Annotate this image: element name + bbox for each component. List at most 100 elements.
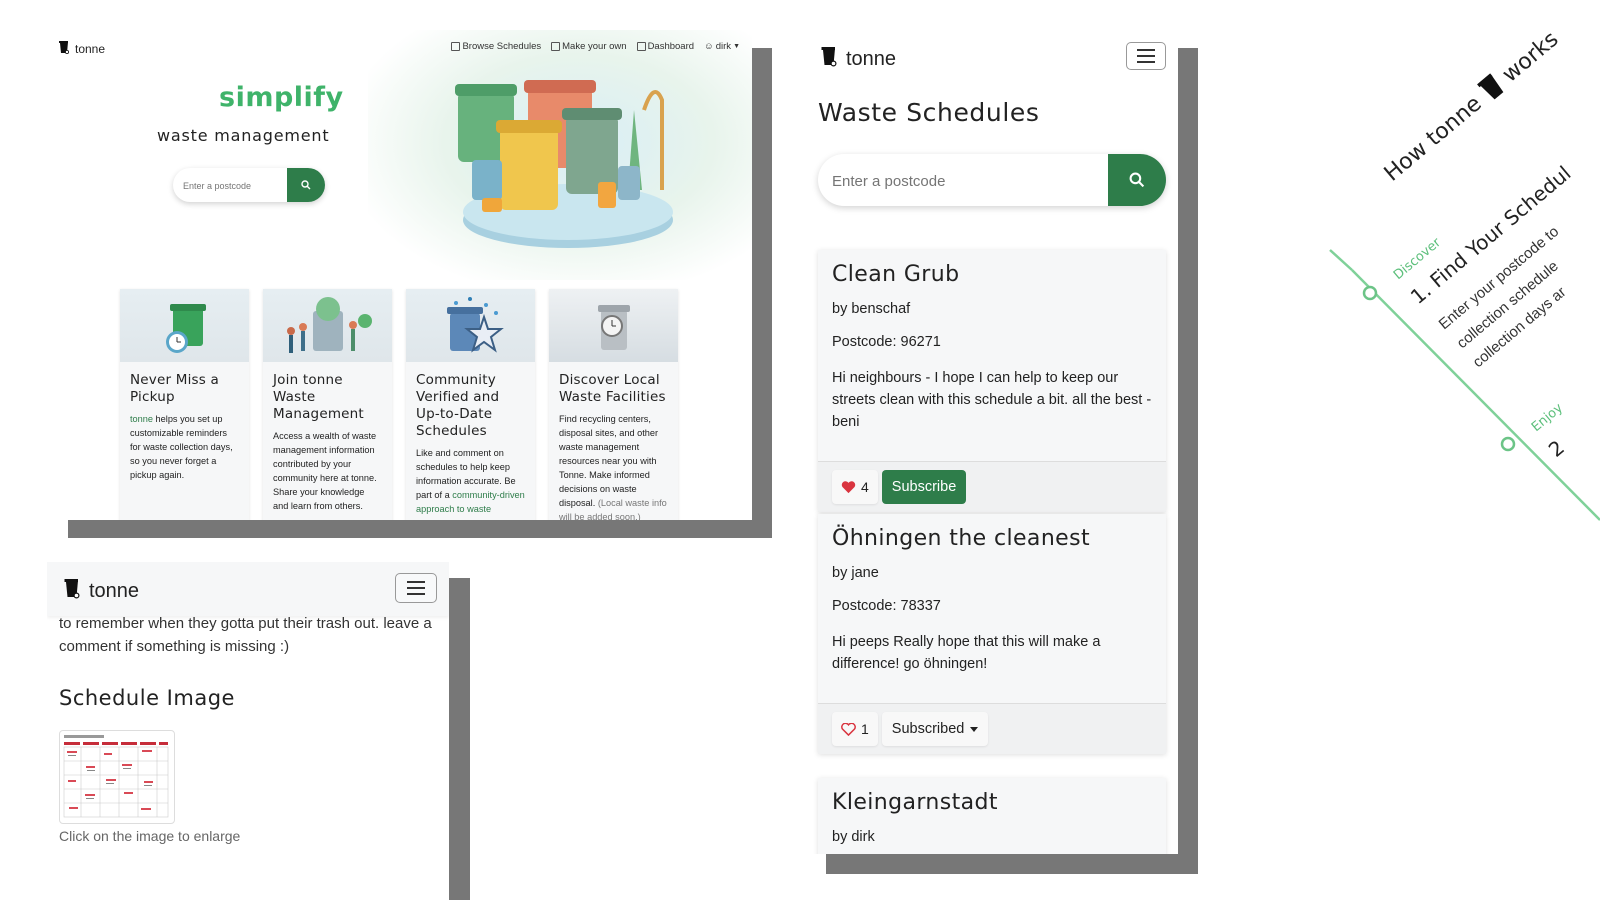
card-text: Find recycling centers, disposal sites, … <box>559 412 668 520</box>
feature-card: Join tonne Waste Management Access a wea… <box>263 289 392 520</box>
card-title: Join tonne Waste Management <box>273 372 364 422</box>
brand-name: tonne <box>75 41 106 56</box>
card-text: tonne helps you set up customizable remi… <box>130 412 239 482</box>
hero-search-group <box>173 168 325 202</box>
image-caption: Click on the image to enlarge <box>59 828 241 844</box>
menu-toggle-button[interactable] <box>1126 42 1166 70</box>
menu-icon <box>407 581 425 583</box>
brand-link[interactable]: tonne <box>130 414 153 424</box>
card-text: Like and comment on schedules to help ke… <box>416 446 525 516</box>
postcode-search-input[interactable] <box>830 154 1104 206</box>
nav-user-menu[interactable]: ☺ dirk ▼ <box>704 41 740 52</box>
caret-down-icon <box>970 726 979 732</box>
schedule-card: Öhningen the cleanest by jane Postcode: … <box>818 514 1166 754</box>
schedule-card-footer: 4 Subscribe <box>818 461 1166 512</box>
how-it-works-illustration: How tonne works Discover 1. Find Your Sc… <box>1329 27 1600 521</box>
top-nav: Browse Schedules Make your own Dashboard… <box>451 41 740 52</box>
section-title-end: works <box>1498 27 1564 88</box>
schedule-author: by benschaf <box>832 301 911 317</box>
like-count: 1 <box>861 721 869 737</box>
panel-shadow <box>448 578 470 900</box>
schedule-title[interactable]: Clean Grub <box>832 262 1152 287</box>
feature-cards: Never Miss a Pickup tonne helps you set … <box>120 289 678 520</box>
card-text-body: Find recycling centers, disposal sites, … <box>559 414 659 508</box>
like-count: 4 <box>861 479 869 495</box>
menu-icon <box>1137 49 1155 51</box>
schedule-card: Clean Grub by benschaf Postcode: 96271 H… <box>818 250 1166 512</box>
user-icon: ☺ <box>704 41 714 52</box>
card-title: Community Verified and Up-to-Date Schedu… <box>416 372 500 439</box>
nav-dashboard[interactable]: Dashboard <box>636 41 695 52</box>
navbar-brand[interactable]: tonne <box>820 44 896 74</box>
search-button[interactable] <box>1108 154 1166 206</box>
nav-browse-schedules[interactable]: Browse Schedules <box>451 41 541 52</box>
panel-shadow <box>826 854 1198 874</box>
schedule-postcode: Postcode: 96271 <box>832 334 941 350</box>
card-title: Never Miss a Pickup <box>130 372 219 405</box>
nav-label: Make your own <box>562 41 627 52</box>
schedule-card-footer: 1 Subscribed <box>818 703 1166 754</box>
schedule-card: Kleingarnstadt by dirk <box>818 778 1166 854</box>
how-it-works-screenshot: How tonne works Discover 1. Find Your Sc… <box>1300 0 1600 560</box>
dashboard-icon <box>636 42 646 51</box>
like-button[interactable]: 4 <box>832 470 878 504</box>
section-title: How tonne <box>1380 91 1487 186</box>
feature-card: Community Verified and Up-to-Date Schedu… <box>406 289 535 520</box>
schedule-title[interactable]: Öhningen the cleanest <box>832 526 1152 551</box>
schedule-description: Hi peeps Really hope that this will make… <box>832 634 1101 672</box>
subscribed-dropdown[interactable]: Subscribed <box>881 712 989 746</box>
map-icon <box>451 42 461 51</box>
schedule-image-heading: Schedule Image <box>59 686 235 710</box>
search-icon <box>1129 172 1145 188</box>
schedule-postcode: Postcode: 78337 <box>832 598 941 614</box>
nav-label: Dashboard <box>647 41 695 52</box>
hero-subheadline: waste management <box>157 126 330 145</box>
schedule-author: by jane <box>832 565 879 581</box>
feature-card: Discover Local Waste Facilities Find rec… <box>549 289 678 520</box>
heart-icon <box>841 480 856 493</box>
nav-label: dirk <box>715 41 732 52</box>
card-image <box>263 289 392 362</box>
schedule-image-thumbnail[interactable] <box>59 730 175 824</box>
card-text: Access a wealth of waste management info… <box>273 431 377 511</box>
card-image <box>406 289 535 362</box>
brand-name: tonne <box>89 579 140 602</box>
card-image <box>549 289 678 362</box>
navbar-brand[interactable]: tonne <box>58 40 105 57</box>
nav-make-your-own[interactable]: Make your own <box>551 41 627 52</box>
recycling-bins-illustration <box>455 80 673 248</box>
step-tag: Enjoy <box>1529 400 1566 435</box>
heart-icon <box>841 722 856 736</box>
plus-square-icon <box>551 42 561 51</box>
hero-headline: simplify <box>219 82 344 113</box>
step-title: 2 <box>1544 435 1569 462</box>
card-title: Discover Local Waste Facilities <box>559 372 666 405</box>
trash-icon <box>1477 73 1504 100</box>
search-button[interactable] <box>287 168 325 202</box>
trash-icon <box>820 44 838 74</box>
timeline-node <box>1500 436 1516 452</box>
brand-name: tonne <box>846 47 897 70</box>
postcode-search-input[interactable] <box>181 168 290 202</box>
card-image <box>120 289 249 362</box>
menu-toggle-button[interactable] <box>395 573 437 603</box>
schedule-title[interactable]: Kleingarnstadt <box>832 790 1152 815</box>
mobile-schedules-list-screenshot: tonne Waste Schedules Clean Grub by bens… <box>806 30 1178 854</box>
schedule-search-group <box>818 154 1166 206</box>
feature-card: Never Miss a Pickup tonne helps you set … <box>120 289 249 520</box>
trash-icon <box>58 40 70 57</box>
subscribe-button[interactable]: Subscribe <box>881 470 967 504</box>
subscribed-label: Subscribed <box>891 721 965 737</box>
like-button[interactable]: 1 <box>832 712 878 746</box>
nav-label: Browse Schedules <box>462 41 542 52</box>
schedule-description: Hi neighbours - I hope I can help to kee… <box>832 370 1152 430</box>
mobile-schedule-detail-screenshot: to remember when they gotta put their tr… <box>47 562 449 900</box>
panel-shadow <box>1178 48 1198 874</box>
caret-down-icon: ▼ <box>733 43 740 50</box>
trash-icon <box>63 576 81 606</box>
desktop-homepage-screenshot: tonne Browse Schedules Make your own Das… <box>48 30 752 520</box>
schedule-content-text: to remember when they gotta put their tr… <box>59 615 432 655</box>
navbar-brand[interactable]: tonne <box>63 576 139 606</box>
page-title: Waste Schedules <box>818 98 1040 127</box>
search-icon <box>301 180 311 190</box>
